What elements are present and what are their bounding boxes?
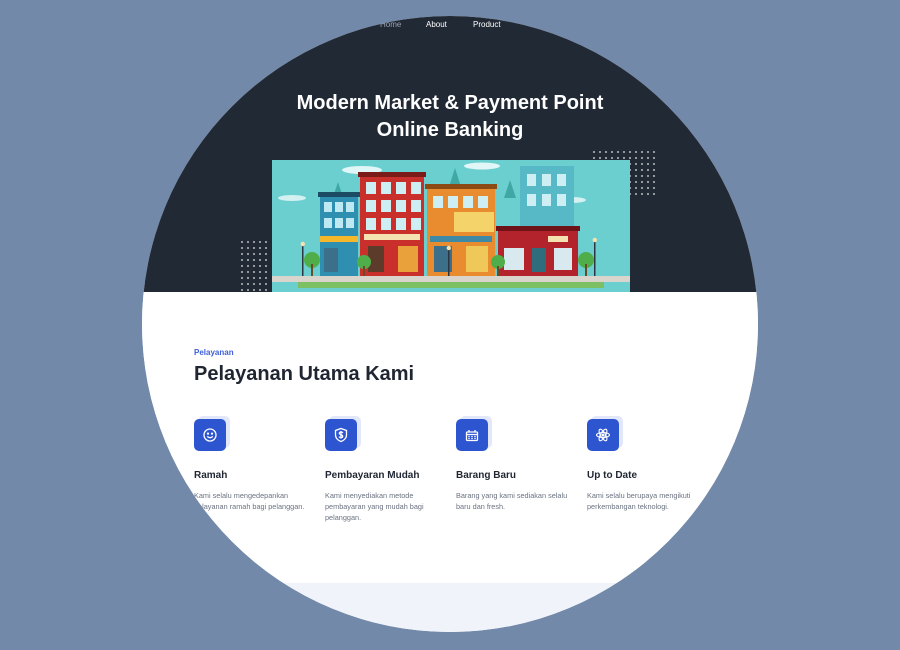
service-card-title: Ramah bbox=[194, 470, 228, 481]
top-nav: Home About Product bbox=[142, 20, 758, 36]
section-eyebrow: Pelayanan bbox=[194, 348, 234, 357]
service-card-title: Up to Date bbox=[587, 470, 637, 481]
service-card-text: Kami selalu berupaya mengikuti perkemban… bbox=[587, 491, 691, 511]
nav-link-product[interactable]: Product bbox=[473, 20, 501, 29]
dot-pattern-left bbox=[241, 241, 267, 291]
hero-section: Home About Product Modern Market & Payme… bbox=[142, 16, 758, 292]
service-card-text: Kami menyediakan metode pembayaran yang … bbox=[325, 491, 424, 522]
nav-link-about[interactable]: About bbox=[426, 20, 447, 29]
hero-title-line-2: Online Banking bbox=[376, 119, 524, 141]
service-card-text: Barang yang kami sediakan selalu baru da… bbox=[456, 491, 568, 511]
service-card-title: Pembayaran Mudah bbox=[325, 470, 420, 481]
dollar-shield-icon bbox=[325, 419, 357, 451]
smile-icon bbox=[194, 419, 226, 451]
hero-title: Modern Market & Payment Point Online Ban… bbox=[142, 90, 758, 144]
nav-link-home[interactable]: Home bbox=[380, 20, 401, 29]
services-section: Pelayanan Pelayanan Utama Kami Ramah Kam… bbox=[142, 292, 758, 584]
page-viewport: Home About Product Modern Market & Payme… bbox=[142, 16, 758, 632]
market-illustration bbox=[272, 160, 630, 292]
service-card-title: Barang Baru bbox=[456, 470, 517, 481]
hero-title-line-1: Modern Market & Payment Point bbox=[296, 92, 604, 114]
atom-icon bbox=[587, 419, 619, 451]
section-title: Pelayanan Utama Kami bbox=[194, 363, 415, 385]
basket-icon bbox=[456, 419, 488, 451]
next-section-band bbox=[142, 583, 758, 632]
service-card-text: Kami selalu mengedepankan pelayanan rama… bbox=[194, 491, 305, 511]
